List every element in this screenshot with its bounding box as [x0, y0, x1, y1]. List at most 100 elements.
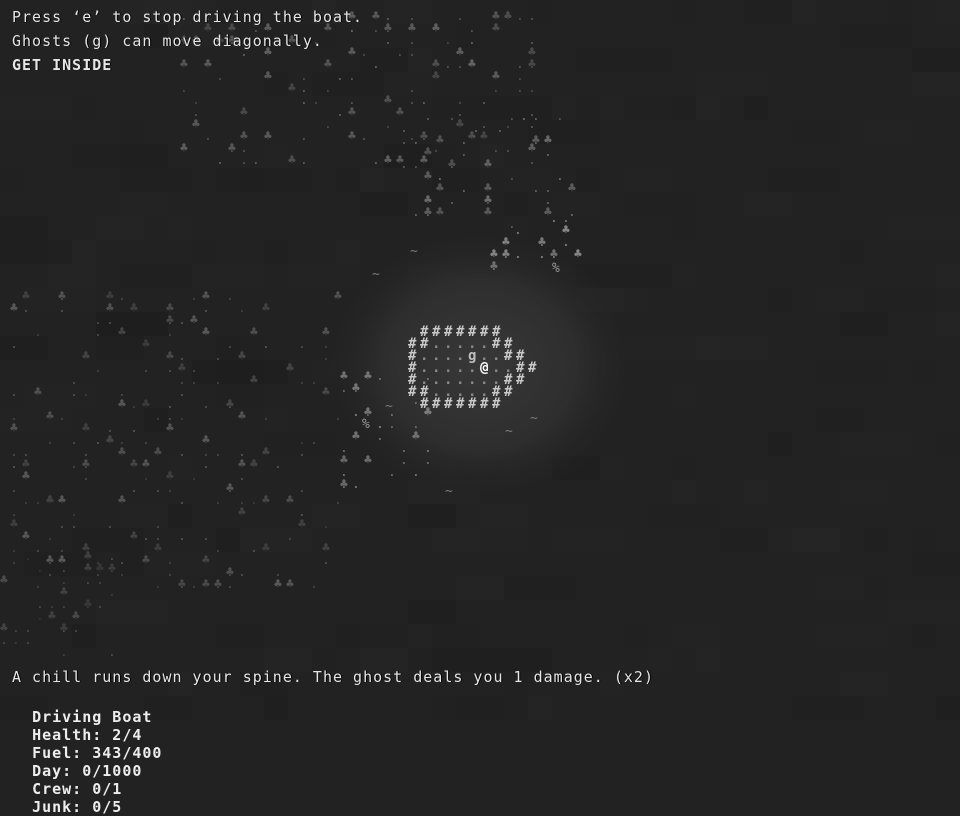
- ground-tile: .: [46, 529, 54, 544]
- ground-tile: .: [274, 565, 282, 580]
- tree-tile: ♣: [82, 421, 90, 436]
- ground-tile: .: [310, 577, 318, 592]
- tree-tile: ♣: [22, 457, 30, 472]
- ground-tile: .: [70, 373, 78, 388]
- mode-indicator: Driving Boat: [32, 708, 153, 726]
- ground-tile: .: [216, 69, 224, 84]
- ground-tile: .: [58, 289, 66, 304]
- ground-tile: .: [352, 405, 360, 420]
- tree-tile: ♣: [72, 609, 80, 624]
- tree-tile: ♣: [384, 93, 392, 108]
- tree-tile: ♣: [250, 457, 258, 472]
- combat-log: A chill runs down your spine. The ghost …: [12, 668, 654, 686]
- ground-tile: .: [46, 433, 54, 448]
- ground-tile: .: [202, 529, 210, 544]
- ground-tile: .: [24, 549, 32, 564]
- ground-tile: .: [396, 45, 404, 60]
- ground-tile: .: [336, 105, 344, 120]
- tree-tile: ♣: [238, 457, 246, 472]
- ground-tile: .: [544, 181, 552, 196]
- tree-tile: ♣: [322, 385, 330, 400]
- junk-stat: Junk: 0/5: [32, 798, 123, 816]
- tree-tile: ♣: [180, 57, 188, 72]
- ground-tile: .: [408, 45, 416, 60]
- ground-tile: .: [298, 505, 306, 520]
- ground-tile: .: [300, 129, 308, 144]
- tree-tile: ♣: [202, 553, 210, 568]
- ground-tile: .: [70, 433, 78, 448]
- tree-tile: ♣: [574, 247, 582, 262]
- tree-tile: ♣: [130, 457, 138, 472]
- game-map[interactable]: ♣.. ♣ ♣ ♣...... ♣ ♣........... ♣ ♣... ♣ ♣. ♣ ♣ ♣. ♣. ♣…: [0, 0, 960, 720]
- ground-tile: .: [400, 441, 408, 456]
- ground-tile: .: [142, 529, 150, 544]
- ground-tile: .: [508, 169, 516, 184]
- tree-tile: ♣: [480, 129, 488, 144]
- ground-tile: .: [502, 247, 510, 262]
- ground-tile: .: [60, 561, 68, 576]
- tree-tile: ♣: [130, 301, 138, 316]
- tree-tile: ♣: [436, 133, 444, 148]
- tree-tile: ♣: [0, 573, 8, 588]
- tree-tile: ♣: [484, 157, 492, 172]
- ground-tile: .: [250, 541, 258, 556]
- tree-tile: ♣: [226, 481, 234, 496]
- tree-tile: ♣: [238, 349, 246, 364]
- ground-tile: .: [516, 81, 524, 96]
- tree-tile: ♣: [58, 493, 66, 508]
- ground-tile: .: [412, 157, 420, 172]
- ground-tile: .: [70, 457, 78, 472]
- tree-tile: ♣: [424, 169, 432, 184]
- tree-tile: ♣: [286, 361, 294, 376]
- tree-tile: ♣: [118, 325, 126, 340]
- day-stat: Day: 0/1000: [32, 762, 143, 780]
- tree-tile: ♣: [364, 369, 372, 384]
- tree-tile: ♣: [408, 21, 416, 36]
- ground-tile: .: [492, 141, 500, 156]
- ground-tile: .: [154, 529, 162, 544]
- ground-tile: .: [48, 597, 56, 612]
- tree-tile: ♣: [192, 117, 200, 132]
- ground-tile: .: [34, 325, 42, 340]
- boat-wall: #: [528, 360, 537, 376]
- status-bar: Driving Boat Health: 2/4 Fuel: 343/400 D…: [12, 690, 184, 816]
- health-stat: Health: 2/4: [32, 726, 143, 744]
- ground-tile: .: [10, 481, 18, 496]
- ground-tile: .: [202, 301, 210, 316]
- tree-tile: ♣: [264, 69, 272, 84]
- boat-wall: #: [444, 396, 453, 412]
- ground-tile: .: [118, 385, 126, 400]
- ground-tile: .: [36, 561, 44, 576]
- ground-tile: .: [562, 211, 570, 226]
- ground-tile: .: [178, 577, 186, 592]
- boat-wall: #: [468, 396, 477, 412]
- ground-tile: .: [310, 433, 318, 448]
- ground-tile: .: [202, 397, 210, 412]
- ground-tile: .: [388, 417, 396, 432]
- ground-tile: .: [460, 133, 468, 148]
- ground-tile: .: [238, 493, 246, 508]
- hint-ghosts: Ghosts (g) can move diagonally.: [12, 32, 323, 50]
- ground-tile: .: [166, 361, 174, 376]
- ground-tile: .: [312, 93, 320, 108]
- ground-tile: .: [360, 129, 368, 144]
- tree-tile: ♣: [436, 181, 444, 196]
- tree-tile: ♣: [10, 517, 18, 532]
- water-wave: ~: [410, 244, 418, 259]
- ground-tile: .: [310, 373, 318, 388]
- boat-wall: #: [516, 372, 525, 388]
- tree-tile: ♣: [130, 529, 138, 544]
- ground-tile: .: [178, 529, 186, 544]
- tree-tile: ♣: [202, 577, 210, 592]
- tree-tile: ♣: [262, 301, 270, 316]
- water-wave: ~: [530, 411, 538, 426]
- ground-tile: .: [490, 259, 498, 274]
- ground-tile: .: [130, 481, 138, 496]
- tree-tile: ♣: [240, 105, 248, 120]
- ground-tile: .: [372, 153, 380, 168]
- ground-tile: .: [108, 585, 116, 600]
- tree-tile: ♣: [528, 57, 536, 72]
- ground-tile: .: [96, 597, 104, 612]
- ground-tile: .: [388, 465, 396, 480]
- ground-tile: .: [48, 549, 56, 564]
